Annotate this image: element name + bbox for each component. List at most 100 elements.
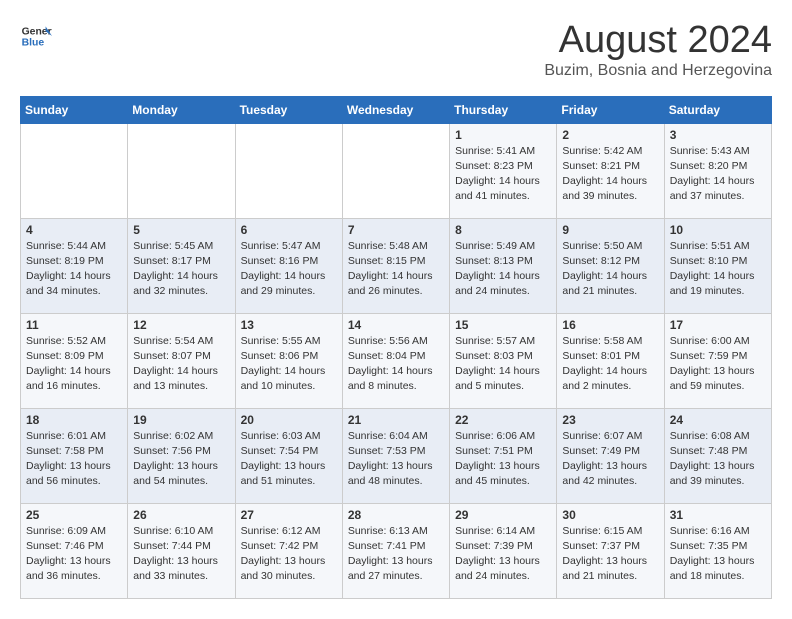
calendar-cell: 24Sunrise: 6:08 AM Sunset: 7:48 PM Dayli… bbox=[664, 408, 771, 503]
weekday-header-sunday: Sunday bbox=[21, 96, 128, 123]
day-info: Sunrise: 6:02 AM Sunset: 7:56 PM Dayligh… bbox=[133, 429, 229, 490]
weekday-header-tuesday: Tuesday bbox=[235, 96, 342, 123]
day-info: Sunrise: 5:48 AM Sunset: 8:15 PM Dayligh… bbox=[348, 239, 444, 300]
day-number: 4 bbox=[26, 223, 122, 237]
day-info: Sunrise: 5:45 AM Sunset: 8:17 PM Dayligh… bbox=[133, 239, 229, 300]
calendar-cell: 5 Sunrise: 5:45 AM Sunset: 8:17 PM Daylig… bbox=[128, 218, 235, 313]
calendar-week-2: 4 Sunrise: 5:44 AM Sunset: 8:19 PM Daylig… bbox=[21, 218, 772, 313]
day-number: 12 bbox=[133, 318, 229, 332]
day-info: Sunrise: 6:10 AM Sunset: 7:44 PM Dayligh… bbox=[133, 524, 229, 585]
day-info: Sunrise: 6:04 AM Sunset: 7:53 PM Dayligh… bbox=[348, 429, 444, 490]
day-info: Sunrise: 5:56 AM Sunset: 8:04 PM Dayligh… bbox=[348, 334, 444, 395]
calendar-cell: 9 Sunrise: 5:50 AM Sunset: 8:12 PM Daylig… bbox=[557, 218, 664, 313]
day-info: Sunrise: 6:15 AM Sunset: 7:37 PM Dayligh… bbox=[562, 524, 658, 585]
calendar-cell: 16 Sunrise: 5:58 AM Sunset: 8:01 PM Dayli… bbox=[557, 313, 664, 408]
day-info: Sunrise: 6:06 AM Sunset: 7:51 PM Dayligh… bbox=[455, 429, 551, 490]
calendar-cell: 3 Sunrise: 5:43 AM Sunset: 8:20 PM Daylig… bbox=[664, 123, 771, 218]
calendar-week-1: 1 Sunrise: 5:41 AM Sunset: 8:23 PM Daylig… bbox=[21, 123, 772, 218]
day-number: 19 bbox=[133, 413, 229, 427]
calendar-cell: 17Sunrise: 6:00 AM Sunset: 7:59 PM Dayli… bbox=[664, 313, 771, 408]
day-number: 20 bbox=[241, 413, 337, 427]
day-info: Sunrise: 6:14 AM Sunset: 7:39 PM Dayligh… bbox=[455, 524, 551, 585]
day-number: 8 bbox=[455, 223, 551, 237]
day-number: 13 bbox=[241, 318, 337, 332]
day-info: Sunrise: 5:57 AM Sunset: 8:03 PM Dayligh… bbox=[455, 334, 551, 395]
calendar-cell: 27 Sunrise: 6:12 AM Sunset: 7:42 PM Dayli… bbox=[235, 503, 342, 598]
subtitle: Buzim, Bosnia and Herzegovina bbox=[544, 62, 772, 80]
day-info: Sunrise: 5:51 AM Sunset: 8:10 PM Dayligh… bbox=[670, 239, 766, 300]
calendar-week-3: 11 Sunrise: 5:52 AM Sunset: 8:09 PM Dayli… bbox=[21, 313, 772, 408]
calendar-cell: 25Sunrise: 6:09 AM Sunset: 7:46 PM Dayli… bbox=[21, 503, 128, 598]
day-info: Sunrise: 6:08 AM Sunset: 7:48 PM Dayligh… bbox=[670, 429, 766, 490]
day-number: 27 bbox=[241, 508, 337, 522]
day-number: 29 bbox=[455, 508, 551, 522]
calendar-cell: 19 Sunrise: 6:02 AM Sunset: 7:56 PM Dayli… bbox=[128, 408, 235, 503]
day-info: Sunrise: 6:01 AM Sunset: 7:58 PM Dayligh… bbox=[26, 429, 122, 490]
calendar-cell: 1 Sunrise: 5:41 AM Sunset: 8:23 PM Daylig… bbox=[450, 123, 557, 218]
day-number: 9 bbox=[562, 223, 658, 237]
day-info: Sunrise: 5:47 AM Sunset: 8:16 PM Dayligh… bbox=[241, 239, 337, 300]
calendar-cell: 15 Sunrise: 5:57 AM Sunset: 8:03 PM Dayli… bbox=[450, 313, 557, 408]
day-info: Sunrise: 6:16 AM Sunset: 7:35 PM Dayligh… bbox=[670, 524, 766, 585]
main-title: August 2024 bbox=[544, 20, 772, 62]
day-number: 18 bbox=[26, 413, 122, 427]
calendar-cell bbox=[21, 123, 128, 218]
calendar-cell: 30Sunrise: 6:15 AM Sunset: 7:37 PM Dayli… bbox=[557, 503, 664, 598]
calendar-cell bbox=[342, 123, 449, 218]
day-info: Sunrise: 6:13 AM Sunset: 7:41 PM Dayligh… bbox=[348, 524, 444, 585]
weekday-header-wednesday: Wednesday bbox=[342, 96, 449, 123]
calendar-cell: 7Sunrise: 5:48 AM Sunset: 8:15 PM Daylig… bbox=[342, 218, 449, 313]
day-number: 15 bbox=[455, 318, 551, 332]
calendar-cell: 20Sunrise: 6:03 AM Sunset: 7:54 PM Dayli… bbox=[235, 408, 342, 503]
calendar-cell: 31Sunrise: 6:16 AM Sunset: 7:35 PM Dayli… bbox=[664, 503, 771, 598]
calendar-cell: 14Sunrise: 5:56 AM Sunset: 8:04 PM Dayli… bbox=[342, 313, 449, 408]
logo: General Blue bbox=[20, 20, 52, 52]
day-info: Sunrise: 5:52 AM Sunset: 8:09 PM Dayligh… bbox=[26, 334, 122, 395]
calendar-cell: 13 Sunrise: 5:55 AM Sunset: 8:06 PM Dayli… bbox=[235, 313, 342, 408]
day-info: Sunrise: 5:58 AM Sunset: 8:01 PM Dayligh… bbox=[562, 334, 658, 395]
calendar-cell: 18 Sunrise: 6:01 AM Sunset: 7:58 PM Dayli… bbox=[21, 408, 128, 503]
calendar-cell: 26Sunrise: 6:10 AM Sunset: 7:44 PM Dayli… bbox=[128, 503, 235, 598]
day-number: 2 bbox=[562, 128, 658, 142]
calendar-cell: 29 Sunrise: 6:14 AM Sunset: 7:39 PM Dayli… bbox=[450, 503, 557, 598]
page-header: General Blue August 2024 Buzim, Bosnia a… bbox=[20, 20, 772, 80]
day-number: 5 bbox=[133, 223, 229, 237]
day-number: 17 bbox=[670, 318, 766, 332]
day-info: Sunrise: 5:49 AM Sunset: 8:13 PM Dayligh… bbox=[455, 239, 551, 300]
day-info: Sunrise: 5:42 AM Sunset: 8:21 PM Dayligh… bbox=[562, 144, 658, 205]
day-number: 16 bbox=[562, 318, 658, 332]
calendar-header: SundayMondayTuesdayWednesdayThursdayFrid… bbox=[21, 96, 772, 123]
day-number: 10 bbox=[670, 223, 766, 237]
calendar-cell: 10 Sunrise: 5:51 AM Sunset: 8:10 PM Dayli… bbox=[664, 218, 771, 313]
day-info: Sunrise: 6:12 AM Sunset: 7:42 PM Dayligh… bbox=[241, 524, 337, 585]
logo-icon: General Blue bbox=[20, 20, 52, 52]
day-number: 21 bbox=[348, 413, 444, 427]
calendar-cell: 28 Sunrise: 6:13 AM Sunset: 7:41 PM Dayli… bbox=[342, 503, 449, 598]
day-number: 28 bbox=[348, 508, 444, 522]
calendar-cell bbox=[235, 123, 342, 218]
day-number: 3 bbox=[670, 128, 766, 142]
calendar-cell: 22 Sunrise: 6:06 AM Sunset: 7:51 PM Dayli… bbox=[450, 408, 557, 503]
calendar-cell: 11 Sunrise: 5:52 AM Sunset: 8:09 PM Dayli… bbox=[21, 313, 128, 408]
day-info: Sunrise: 6:09 AM Sunset: 7:46 PM Dayligh… bbox=[26, 524, 122, 585]
calendar-cell: 21 Sunrise: 6:04 AM Sunset: 7:53 PM Dayli… bbox=[342, 408, 449, 503]
calendar-body: 1 Sunrise: 5:41 AM Sunset: 8:23 PM Daylig… bbox=[21, 123, 772, 598]
weekday-header-saturday: Saturday bbox=[664, 96, 771, 123]
calendar-cell: 12 Sunrise: 5:54 AM Sunset: 8:07 PM Dayli… bbox=[128, 313, 235, 408]
calendar-cell: 2 Sunrise: 5:42 AM Sunset: 8:21 PM Daylig… bbox=[557, 123, 664, 218]
weekday-header-thursday: Thursday bbox=[450, 96, 557, 123]
day-info: Sunrise: 5:41 AM Sunset: 8:23 PM Dayligh… bbox=[455, 144, 551, 205]
day-info: Sunrise: 5:54 AM Sunset: 8:07 PM Dayligh… bbox=[133, 334, 229, 395]
day-info: Sunrise: 5:55 AM Sunset: 8:06 PM Dayligh… bbox=[241, 334, 337, 395]
day-info: Sunrise: 5:50 AM Sunset: 8:12 PM Dayligh… bbox=[562, 239, 658, 300]
calendar-cell: 8 Sunrise: 5:49 AM Sunset: 8:13 PM Daylig… bbox=[450, 218, 557, 313]
day-number: 1 bbox=[455, 128, 551, 142]
calendar-week-5: 25Sunrise: 6:09 AM Sunset: 7:46 PM Dayli… bbox=[21, 503, 772, 598]
day-info: Sunrise: 5:44 AM Sunset: 8:19 PM Dayligh… bbox=[26, 239, 122, 300]
calendar-cell: 6Sunrise: 5:47 AM Sunset: 8:16 PM Daylig… bbox=[235, 218, 342, 313]
day-number: 22 bbox=[455, 413, 551, 427]
day-number: 11 bbox=[26, 318, 122, 332]
weekday-header-friday: Friday bbox=[557, 96, 664, 123]
calendar-cell: 4 Sunrise: 5:44 AM Sunset: 8:19 PM Daylig… bbox=[21, 218, 128, 313]
day-info: Sunrise: 5:43 AM Sunset: 8:20 PM Dayligh… bbox=[670, 144, 766, 205]
